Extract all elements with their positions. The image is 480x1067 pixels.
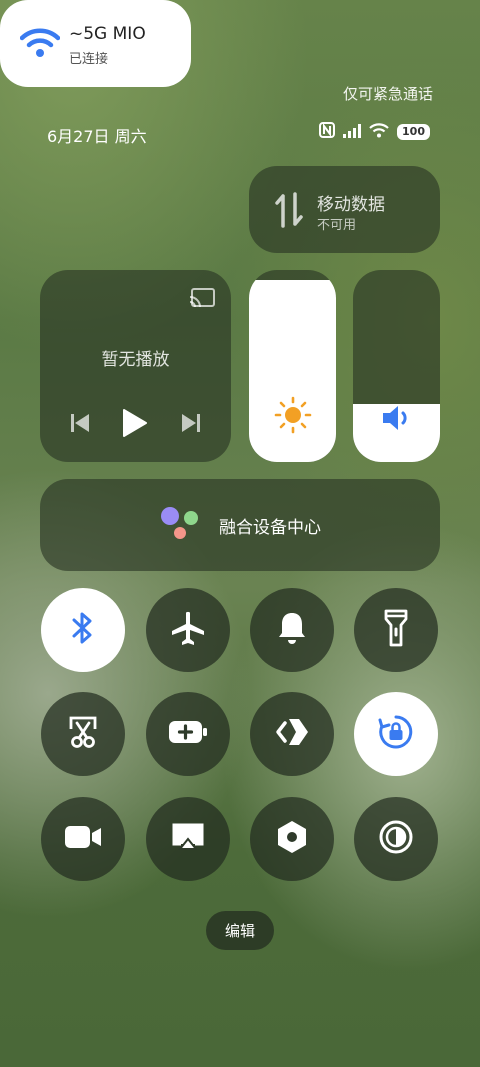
wifi-icon (19, 28, 61, 62)
fusion-dots-icon (159, 505, 201, 545)
hexagon-nut-icon (276, 820, 308, 858)
share-link-icon (275, 717, 309, 751)
screen-mirror-icon (171, 822, 205, 856)
video-camera-icon (64, 824, 102, 854)
mobile-data-tile[interactable]: 移动数据 不可用 (249, 166, 440, 253)
previous-track-icon[interactable] (70, 413, 90, 437)
cast-icon[interactable] (189, 288, 215, 312)
flashlight-icon (384, 609, 408, 651)
battery-indicator: 100 (397, 124, 430, 140)
nearby-share-toggle[interactable] (250, 692, 334, 776)
wifi-status-icon (369, 122, 389, 142)
airplane-mode-toggle[interactable] (146, 588, 230, 672)
media-player-tile: 暂无播放 (40, 270, 231, 462)
battery-saver-toggle[interactable] (146, 692, 230, 776)
edit-button[interactable]: 编辑 (206, 911, 274, 950)
fusion-device-center-tile[interactable]: 融合设备中心 (40, 479, 440, 571)
bluetooth-toggle[interactable] (41, 588, 125, 672)
fusion-inner: 融合设备中心 (40, 479, 440, 571)
signal-icon (343, 123, 362, 142)
volume-icon-wrap (353, 404, 440, 436)
mobile-data-title: 移动数据 (317, 195, 385, 215)
nfc-status-icon (319, 122, 336, 142)
rotation-lock-toggle[interactable] (354, 692, 438, 776)
wifi-status: 已连接 (69, 52, 109, 67)
fusion-label: 融合设备中心 (219, 517, 321, 538)
wifi-name: ~5G MIO (69, 24, 146, 44)
brightness-slider[interactable] (249, 270, 336, 462)
ring-mode-toggle[interactable] (250, 588, 334, 672)
bell-icon (276, 610, 308, 650)
flashlight-toggle[interactable] (354, 588, 438, 672)
wifi-tile[interactable]: ~5G MIO 已连接 (0, 0, 191, 87)
contrast-icon (379, 820, 413, 858)
airplane-icon (170, 610, 206, 650)
screenshot-toggle[interactable] (41, 692, 125, 776)
screen-record-toggle[interactable] (41, 797, 125, 881)
media-title: 暂无播放 (101, 350, 170, 370)
rotation-lock-icon (377, 713, 415, 755)
volume-slider[interactable] (353, 270, 440, 462)
battery-plus-icon (168, 720, 208, 748)
brightness-icon-wrap (249, 396, 336, 438)
media-controls (40, 408, 231, 442)
status-icons: 100 (319, 122, 430, 142)
screen-cast-toggle[interactable] (146, 797, 230, 881)
speaker-icon (381, 404, 413, 436)
status-date: 6月27日 周六 (47, 127, 147, 146)
emergency-call-text: 仅可紧急通话 (342, 85, 433, 103)
mobile-data-status: 不可用 (317, 218, 357, 233)
next-track-icon[interactable] (181, 413, 201, 437)
scissors-icon (68, 715, 98, 753)
sun-icon (274, 396, 312, 438)
bluetooth-icon (71, 611, 95, 649)
nfc-toggle[interactable] (250, 797, 334, 881)
mobile-data-icon (275, 192, 303, 232)
dark-mode-toggle[interactable] (354, 797, 438, 881)
play-icon[interactable] (122, 408, 148, 442)
